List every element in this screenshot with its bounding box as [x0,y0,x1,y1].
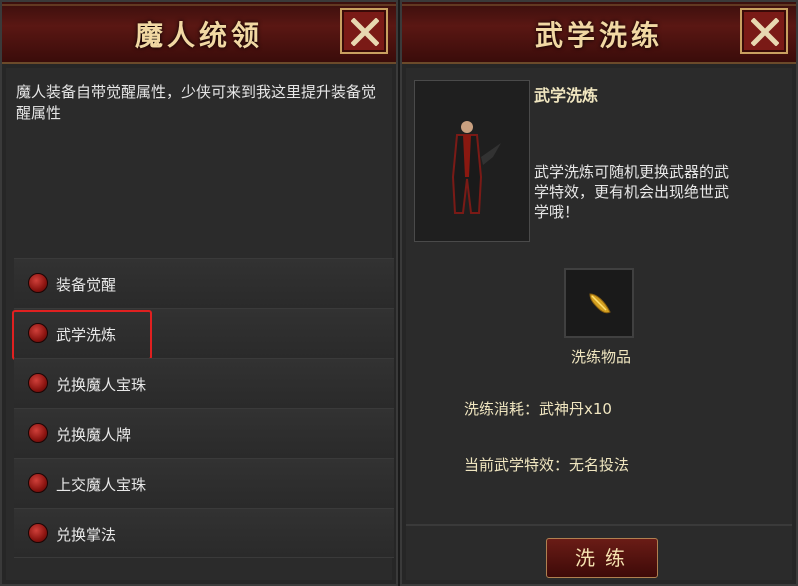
npc-dialog-panel: 魔人统领 魔人装备自带觉醒属性，少侠可来到我这里提升装备觉醒属性 装备觉醒 武学… [0,0,398,586]
menu-item-label: 兑换魔人牌 [56,426,132,444]
character-portrait [414,80,530,242]
red-orb-icon [28,473,48,493]
panel-title: 魔人统领 [134,19,263,52]
red-orb-icon [28,373,48,393]
refine-cost: 洗练消耗：武神丹x10 [464,400,612,418]
menu-item-martial-refine[interactable]: 武学洗炼 [12,308,394,360]
close-button[interactable] [740,8,788,54]
red-orb-icon [28,523,48,543]
item-slot[interactable] [564,268,634,338]
refine-button[interactable]: 洗练 [546,538,658,578]
info-description: 武学洗炼可随机更换武器的武学特效，更有机会出现绝世武学哦！ [534,163,730,221]
current-effect: 当前武学特效：无名投法 [464,456,630,474]
selection-highlight [12,310,152,360]
red-orb-icon [28,273,48,293]
npc-description: 魔人装备自带觉醒属性，少侠可来到我这里提升装备觉醒属性 [16,83,377,122]
menu-item-equip-awaken[interactable]: 装备觉醒 [14,258,394,308]
menu-item-label: 兑换掌法 [56,526,117,544]
close-icon [351,18,379,46]
golden-dart-icon [589,293,611,314]
panel-title: 武学洗练 [534,19,663,52]
character-figure-icon [451,121,501,214]
item-label: 洗练物品 [570,348,631,366]
menu-item-label: 兑换魔人宝珠 [56,376,147,394]
menu-item-label: 上交魔人宝珠 [56,476,147,494]
close-icon [751,18,779,46]
red-orb-icon [28,423,48,443]
menu-item-exchange-pearl[interactable]: 兑换魔人宝珠 [14,358,394,408]
refine-panel: 武学洗练 武学洗炼 武学洗炼可随机更换武器的武学特效，更有机会出现绝世武学哦！ … [400,0,798,586]
dialog-content: 魔人装备自带觉醒属性，少侠可来到我这里提升装备觉醒属性 装备觉醒 武学洗炼 兑换… [6,68,394,580]
menu-item-exchange-token[interactable]: 兑换魔人牌 [14,408,394,458]
menu-item-submit-pearl[interactable]: 上交魔人宝珠 [14,458,394,508]
option-menu: 装备觉醒 武学洗炼 兑换魔人宝珠 兑换魔人牌 上交魔人宝珠 兑换掌法 [12,258,394,558]
info-title: 武学洗炼 [534,86,599,105]
title-bar: 武学洗练 [402,2,796,64]
menu-item-exchange-palm[interactable]: 兑换掌法 [14,508,394,558]
menu-item-label: 装备觉醒 [56,276,117,294]
refine-content: 武学洗炼 武学洗炼可随机更换武器的武学特效，更有机会出现绝世武学哦！ 洗练物品 … [406,68,792,580]
title-bar: 魔人统领 [2,2,396,64]
close-button[interactable] [340,8,388,54]
divider [406,524,792,526]
